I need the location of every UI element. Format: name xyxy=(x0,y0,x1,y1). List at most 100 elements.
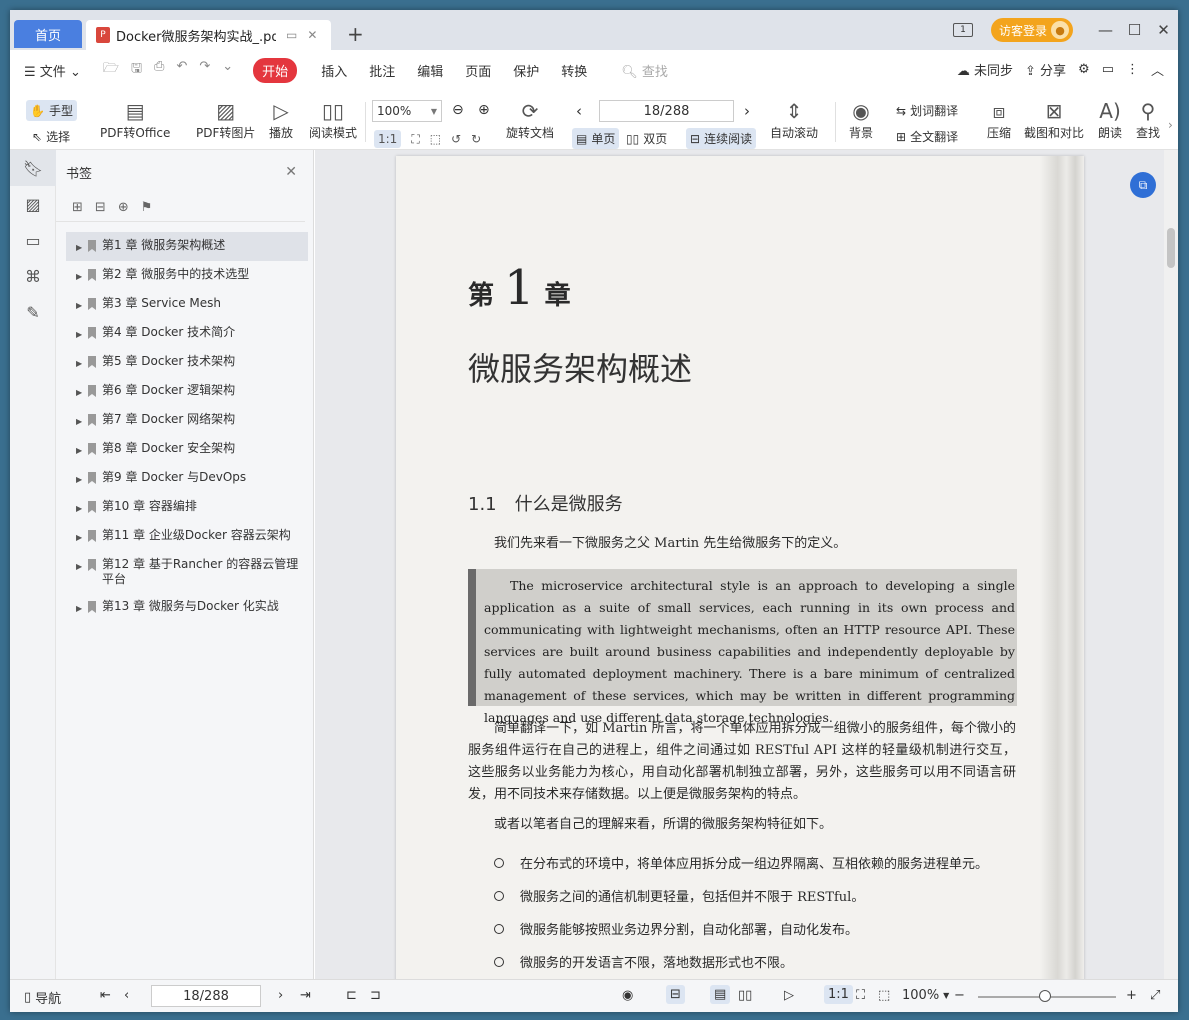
double-page-status-icon[interactable]: ▯▯ xyxy=(738,988,752,1003)
expand-arrow-icon[interactable]: ▶ xyxy=(76,441,86,458)
guest-login-button[interactable]: 访客登录 ● xyxy=(990,18,1073,42)
vertical-scrollbar[interactable] xyxy=(1164,150,1178,979)
word-translate-button[interactable]: ⇆ 划词翻译 xyxy=(896,102,958,119)
expand-all-icon[interactable]: ⊞ xyxy=(72,200,83,215)
zoom-out-icon[interactable]: ⊖ xyxy=(452,102,464,118)
fit-page-status-icon[interactable]: ⛶ xyxy=(856,988,865,1003)
double-page-button[interactable]: ▯▯ 双页 xyxy=(626,130,667,147)
menu-edit[interactable]: 编辑 xyxy=(417,61,443,80)
page-number-input[interactable]: 18/288 xyxy=(599,100,734,122)
expand-arrow-icon[interactable]: ▶ xyxy=(76,296,86,313)
bookmark-item[interactable]: ▶ 第7 章 Docker 网络架构 xyxy=(66,406,308,435)
expand-arrow-icon[interactable]: ▶ xyxy=(76,528,86,545)
navigation-toggle[interactable]: ▯ 导航 xyxy=(24,988,61,1007)
menu-page[interactable]: 页面 xyxy=(465,61,491,80)
tab-home[interactable]: 首页 xyxy=(14,20,82,48)
bookmark-item[interactable]: ▶ 第9 章 Docker 与DevOps xyxy=(66,464,308,493)
continuous-read-button[interactable]: ⊟ 连续阅读 xyxy=(686,128,757,149)
zoom-select[interactable]: 100% ▼ xyxy=(372,100,442,122)
play-status-icon[interactable]: ▷ xyxy=(784,988,794,1003)
expand-arrow-icon[interactable]: ▶ xyxy=(76,383,86,400)
more-icon[interactable]: ⌄ xyxy=(222,59,233,81)
prev-page-icon[interactable]: ‹ xyxy=(576,102,582,120)
new-tab-button[interactable]: + xyxy=(347,22,364,46)
fit-width-status-icon[interactable]: ⬚ xyxy=(878,988,890,1003)
bookmark-settings-icon[interactable]: ⚑ xyxy=(141,200,153,215)
thumbnail-icon[interactable]: ▨ xyxy=(10,186,56,222)
eye-protect-icon[interactable]: ◉ xyxy=(622,988,633,1003)
zoom-out-status-icon[interactable]: − xyxy=(954,988,965,1003)
attachment-icon[interactable]: ⌘ xyxy=(10,258,56,294)
zoom-slider[interactable] xyxy=(978,990,1116,1002)
menu-search[interactable]: 🔍︎ 查找 xyxy=(621,61,668,80)
forward-view-icon[interactable]: ⊐ xyxy=(370,988,381,1003)
bookmark-item[interactable]: ▶ 第11 章 企业级Docker 容器云架构 xyxy=(66,522,308,551)
bookmark-item[interactable]: ▶ 第12 章 基于Rancher 的容器云管理平台 xyxy=(66,551,308,593)
expand-arrow-icon[interactable]: ▶ xyxy=(76,470,86,487)
pdf-to-office-button[interactable]: ▤ PDF转Office xyxy=(100,98,170,141)
zoom-in-icon[interactable]: ⊕ xyxy=(478,102,490,118)
status-page-input[interactable]: 18/288 xyxy=(151,985,261,1007)
next-page-status-icon[interactable]: › xyxy=(278,988,283,1003)
single-page-button[interactable]: ▤ 单页 xyxy=(572,128,620,149)
single-page-status-icon[interactable]: ▤ xyxy=(710,985,731,1004)
menu-annotate[interactable]: 批注 xyxy=(369,61,395,80)
maximize-icon[interactable]: ☐ xyxy=(1120,21,1149,39)
menu-start[interactable]: 开始 xyxy=(253,57,298,83)
share-button[interactable]: ⇪ 分享 xyxy=(1025,60,1066,79)
expand-arrow-icon[interactable]: ▶ xyxy=(76,412,86,429)
bookmark-item[interactable]: ▶ 第8 章 Docker 安全架构 xyxy=(66,435,308,464)
redo-icon[interactable]: ↷ xyxy=(199,59,210,81)
actual-size-status-icon[interactable]: 1:1 xyxy=(824,985,853,1004)
read-aloud-button[interactable]: A) 朗读 xyxy=(1098,98,1122,141)
screenshot-compare-button[interactable]: ⊠ 截图和对比 xyxy=(1024,98,1084,141)
expand-arrow-icon[interactable]: ▶ xyxy=(76,325,86,342)
bookmark-item[interactable]: ▶ 第2 章 微服务中的技术选型 xyxy=(66,261,308,290)
ribbon-scroll-icon[interactable]: › xyxy=(1168,118,1173,132)
expand-arrow-icon[interactable]: ▶ xyxy=(76,499,86,516)
fit-width-icon[interactable]: ⬚ xyxy=(430,132,441,146)
select-tool[interactable]: ⇖ 选择 xyxy=(32,128,70,145)
document-viewport[interactable]: 第 1 章 微服务架构概述 1.1 什么是微服务 我们先来看一下微服务之父 Ma… xyxy=(315,150,1178,979)
expand-arrow-icon[interactable]: ▶ xyxy=(76,599,86,616)
expand-arrow-icon[interactable]: ▶ xyxy=(76,267,86,284)
actual-size-icon[interactable]: 1:1 xyxy=(374,130,402,148)
rotate-right-icon[interactable]: ↻ xyxy=(471,132,481,146)
zoom-in-status-icon[interactable]: + xyxy=(1126,988,1137,1003)
rotate-document-button[interactable]: ⟳ 旋转文档 xyxy=(506,98,554,141)
continuous-status-icon[interactable]: ⊟ xyxy=(666,985,685,1004)
prev-page-status-icon[interactable]: ‹ xyxy=(124,988,129,1003)
next-page-icon[interactable]: › xyxy=(744,102,750,120)
play-button[interactable]: ▷ 播放 xyxy=(269,98,293,141)
pdf-to-image-button[interactable]: ▨ PDF转图片 xyxy=(196,98,255,141)
expand-arrow-icon[interactable]: ▶ xyxy=(76,354,86,371)
window-layout-icon[interactable]: 1 xyxy=(952,23,973,37)
close-window-icon[interactable]: ✕ xyxy=(1149,21,1178,39)
collapse-ribbon-icon[interactable]: ︿ xyxy=(1151,60,1164,79)
menu-protect[interactable]: 保护 xyxy=(513,61,539,80)
menu-convert[interactable]: 转换 xyxy=(561,61,587,80)
auto-scroll-button[interactable]: ⇕ 自动滚动 xyxy=(770,98,818,141)
floating-tool-icon[interactable]: ⧉ xyxy=(1130,172,1156,198)
first-page-icon[interactable]: ⇤ xyxy=(100,988,111,1003)
read-mode-button[interactable]: ▯▯ 阅读模式 xyxy=(309,98,357,141)
minimize-icon[interactable]: — xyxy=(1091,21,1120,39)
comment-icon[interactable]: ▭ xyxy=(1102,62,1114,77)
expand-arrow-icon[interactable]: ▶ xyxy=(76,238,86,255)
collapse-all-icon[interactable]: ⊟ xyxy=(95,200,106,215)
scrollbar-thumb[interactable] xyxy=(1167,228,1175,268)
tab-document[interactable]: P Docker微服务架构实战_.pdf ▭ ✕ xyxy=(86,20,331,50)
status-zoom-select[interactable]: 100% ▼ xyxy=(902,988,949,1003)
last-page-icon[interactable]: ⇥ xyxy=(300,988,311,1003)
comment-panel-icon[interactable]: ▭ xyxy=(10,222,56,258)
bookmark-item[interactable]: ▶ 第5 章 Docker 技术架构 xyxy=(66,348,308,377)
fit-page-icon[interactable]: ⛶ xyxy=(411,132,419,147)
sync-status[interactable]: ☁ 未同步 xyxy=(957,60,1013,79)
rotate-left-icon[interactable]: ↺ xyxy=(451,132,461,146)
find-button[interactable]: ⚲ 查找 xyxy=(1136,98,1160,141)
bookmark-item[interactable]: ▶ 第6 章 Docker 逻辑架构 xyxy=(66,377,308,406)
undo-icon[interactable]: ↶ xyxy=(176,59,187,81)
bookmark-item[interactable]: ▶ 第3 章 Service Mesh xyxy=(66,290,308,319)
file-menu[interactable]: ☰ 文件 ⌄ xyxy=(24,61,81,80)
back-view-icon[interactable]: ⊏ xyxy=(346,988,357,1003)
